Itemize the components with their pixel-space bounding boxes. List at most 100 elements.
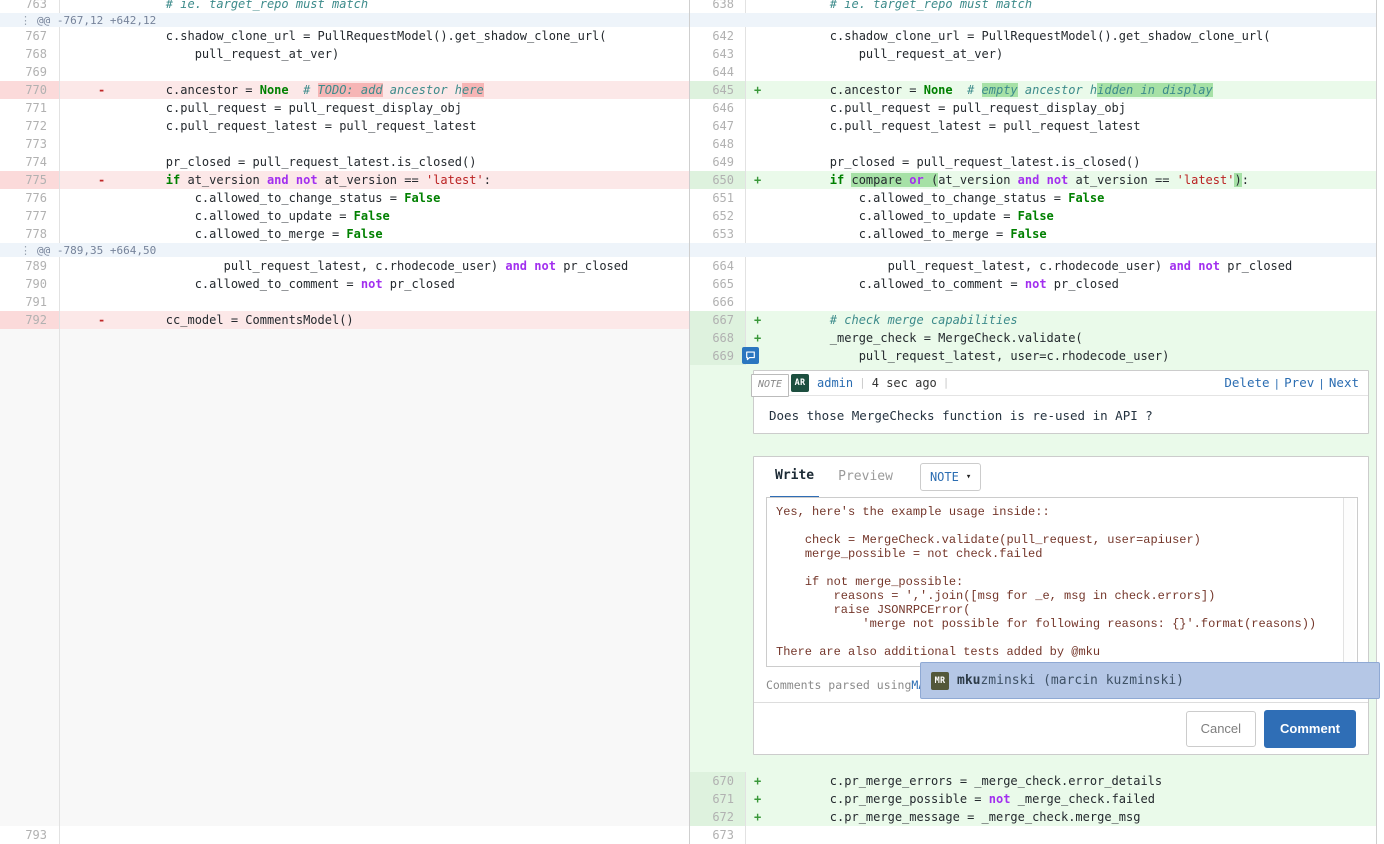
code-line-new: c.pull_request_latest = pull_request_lat… bbox=[770, 117, 1376, 135]
new-line-number[interactable]: 670 bbox=[690, 772, 746, 790]
old-line-number[interactable]: 770 bbox=[0, 81, 60, 99]
code-line-old: pull_request_latest, c.rhodecode_user) a… bbox=[106, 257, 689, 275]
diff-row: 775- if at_version and not at_version ==… bbox=[0, 171, 1384, 189]
old-line-number[interactable]: 771 bbox=[0, 99, 60, 117]
right-pane-row: 652 c.allowed_to_update = False bbox=[690, 207, 1377, 225]
comment-actions: Delete|Prev|Next bbox=[1224, 374, 1359, 393]
diff-op-new bbox=[746, 153, 770, 171]
tab-write[interactable]: Write bbox=[770, 456, 819, 498]
comment-author-link[interactable]: admin bbox=[817, 374, 853, 392]
diff-row: 769 644 bbox=[0, 63, 1384, 81]
new-line-number[interactable]: 643 bbox=[690, 45, 746, 63]
left-pane-row: 778 c.allowed_to_merge = False bbox=[0, 225, 690, 243]
diff-row: 774 pr_closed = pull_request_latest.is_c… bbox=[0, 153, 1384, 171]
left-pane-filler bbox=[0, 365, 690, 772]
left-pane-row bbox=[0, 347, 690, 365]
comment-next-link[interactable]: Next bbox=[1329, 375, 1359, 390]
new-line-number[interactable]: 645 bbox=[690, 81, 746, 99]
old-line-number[interactable]: 793 bbox=[0, 826, 60, 844]
old-line-number[interactable]: 768 bbox=[0, 45, 60, 63]
old-line-number[interactable]: 791 bbox=[0, 293, 60, 311]
new-line-number[interactable]: 666 bbox=[690, 293, 746, 311]
code-line-new: c.pr_merge_possible = not _merge_check.f… bbox=[770, 790, 1376, 808]
cancel-button[interactable]: Cancel bbox=[1186, 711, 1256, 747]
old-line-number[interactable]: 776 bbox=[0, 189, 60, 207]
comment-delete-link[interactable]: Delete bbox=[1224, 375, 1269, 390]
diff-row: ⋮@@ -789,35 +664,50 bbox=[0, 243, 1384, 257]
old-line-number bbox=[0, 808, 60, 826]
new-line-number[interactable]: 652 bbox=[690, 207, 746, 225]
right-pane-row: 672+ c.pr_merge_message = _merge_check.m… bbox=[690, 808, 1377, 826]
comment-textarea[interactable]: Yes, here's the example usage inside:: c… bbox=[766, 497, 1358, 667]
new-line-number[interactable]: 673 bbox=[690, 826, 746, 844]
left-pane-row: 790 c.allowed_to_comment = not pr_closed bbox=[0, 275, 690, 293]
comment-button[interactable]: Comment bbox=[1264, 710, 1356, 748]
new-line-number[interactable]: 646 bbox=[690, 99, 746, 117]
old-line-number[interactable]: 773 bbox=[0, 135, 60, 153]
old-line-number[interactable]: 792 bbox=[0, 311, 60, 329]
diff-row: 763 # ie. target_repo must match638 # ie… bbox=[0, 0, 1384, 13]
caret-down-icon: ▾ bbox=[966, 468, 971, 486]
new-line-number[interactable]: 649 bbox=[690, 153, 746, 171]
old-line-number[interactable]: 789 bbox=[0, 257, 60, 275]
diff-row: 767 c.shadow_clone_url = PullRequestMode… bbox=[0, 27, 1384, 45]
tab-preview[interactable]: Preview bbox=[833, 457, 898, 497]
old-line-number[interactable]: 790 bbox=[0, 275, 60, 293]
diff-row: 792- cc_model = CommentsModel()667+ # ch… bbox=[0, 311, 1384, 329]
textarea-scrollbar[interactable] bbox=[1343, 498, 1355, 666]
code-line-old bbox=[106, 347, 689, 365]
old-line-number[interactable]: 769 bbox=[0, 63, 60, 81]
diff-op-old bbox=[60, 189, 106, 207]
side-by-side-diff: 763 # ie. target_repo must match638 # ie… bbox=[0, 0, 1384, 844]
right-pane-row: 650+ if compare or (at_version and not a… bbox=[690, 171, 1377, 189]
new-line-number[interactable]: 653 bbox=[690, 225, 746, 243]
old-line-number[interactable]: 778 bbox=[0, 225, 60, 243]
code-line-new: _merge_check = MergeCheck.validate( bbox=[770, 329, 1376, 347]
new-line-number[interactable]: 664 bbox=[690, 257, 746, 275]
left-pane-row: 776 c.allowed_to_change_status = False bbox=[0, 189, 690, 207]
expand-hunk-icon[interactable]: ⋮ bbox=[0, 244, 37, 257]
new-line-number[interactable]: 650 bbox=[690, 171, 746, 189]
diff-op-old bbox=[60, 808, 106, 826]
old-line-number[interactable]: 763 bbox=[0, 0, 60, 13]
new-line-number[interactable]: 665 bbox=[690, 275, 746, 293]
code-line-old bbox=[106, 63, 689, 81]
new-line-number[interactable]: 647 bbox=[690, 117, 746, 135]
old-line-number[interactable]: 772 bbox=[0, 117, 60, 135]
old-line-number[interactable]: 777 bbox=[0, 207, 60, 225]
new-line-number[interactable]: 638 bbox=[690, 0, 746, 13]
comment-form-actions: Cancel Comment bbox=[754, 703, 1368, 754]
new-line-number[interactable]: 668 bbox=[690, 329, 746, 347]
new-line-number[interactable]: 642 bbox=[690, 27, 746, 45]
new-line-number[interactable]: 644 bbox=[690, 63, 746, 81]
comment-prev-link[interactable]: Prev bbox=[1284, 375, 1314, 390]
comment-type-select[interactable]: NOTE▾ bbox=[920, 463, 981, 491]
left-pane-row: 777 c.allowed_to_update = False bbox=[0, 207, 690, 225]
mention-autocomplete[interactable]: MR mkuzminski (marcin kuzminski) bbox=[920, 662, 1380, 699]
old-line-number[interactable]: 767 bbox=[0, 27, 60, 45]
right-pane-row: 649 pr_closed = pull_request_latest.is_c… bbox=[690, 153, 1377, 171]
mention-username: mkuzminski (marcin kuzminski) bbox=[957, 672, 1184, 690]
diff-op-new bbox=[746, 99, 770, 117]
new-line-number[interactable]: 672 bbox=[690, 808, 746, 826]
code-line-new: pull_request_at_ver) bbox=[770, 45, 1376, 63]
new-line-number[interactable]: 648 bbox=[690, 135, 746, 153]
code-line-old: pr_closed = pull_request_latest.is_close… bbox=[106, 153, 689, 171]
left-pane-row bbox=[0, 772, 690, 790]
new-line-number[interactable]: 651 bbox=[690, 189, 746, 207]
code-line-new: pr_closed = pull_request_latest.is_close… bbox=[770, 153, 1376, 171]
right-pane-row: 664 pull_request_latest, c.rhodecode_use… bbox=[690, 257, 1377, 275]
hunk-header-left: ⋮@@ -789,35 +664,50 bbox=[0, 243, 690, 257]
old-line-number[interactable]: 774 bbox=[0, 153, 60, 171]
new-line-number[interactable]: 671 bbox=[690, 790, 746, 808]
comment-bubble-icon[interactable] bbox=[742, 347, 759, 364]
new-line-number[interactable]: 669 bbox=[690, 347, 746, 365]
new-line-number[interactable]: 667 bbox=[690, 311, 746, 329]
code-line-old: cc_model = CommentsModel() bbox=[106, 311, 689, 329]
diff-row: 790 c.allowed_to_comment = not pr_closed… bbox=[0, 275, 1384, 293]
old-line-number[interactable]: 775 bbox=[0, 171, 60, 189]
right-pane-row: 638 # ie. target_repo must match bbox=[690, 0, 1377, 13]
expand-hunk-icon[interactable]: ⋮ bbox=[0, 14, 37, 27]
code-line-new: c.allowed_to_comment = not pr_closed bbox=[770, 275, 1376, 293]
right-pane-row: 668+ _merge_check = MergeCheck.validate( bbox=[690, 329, 1377, 347]
